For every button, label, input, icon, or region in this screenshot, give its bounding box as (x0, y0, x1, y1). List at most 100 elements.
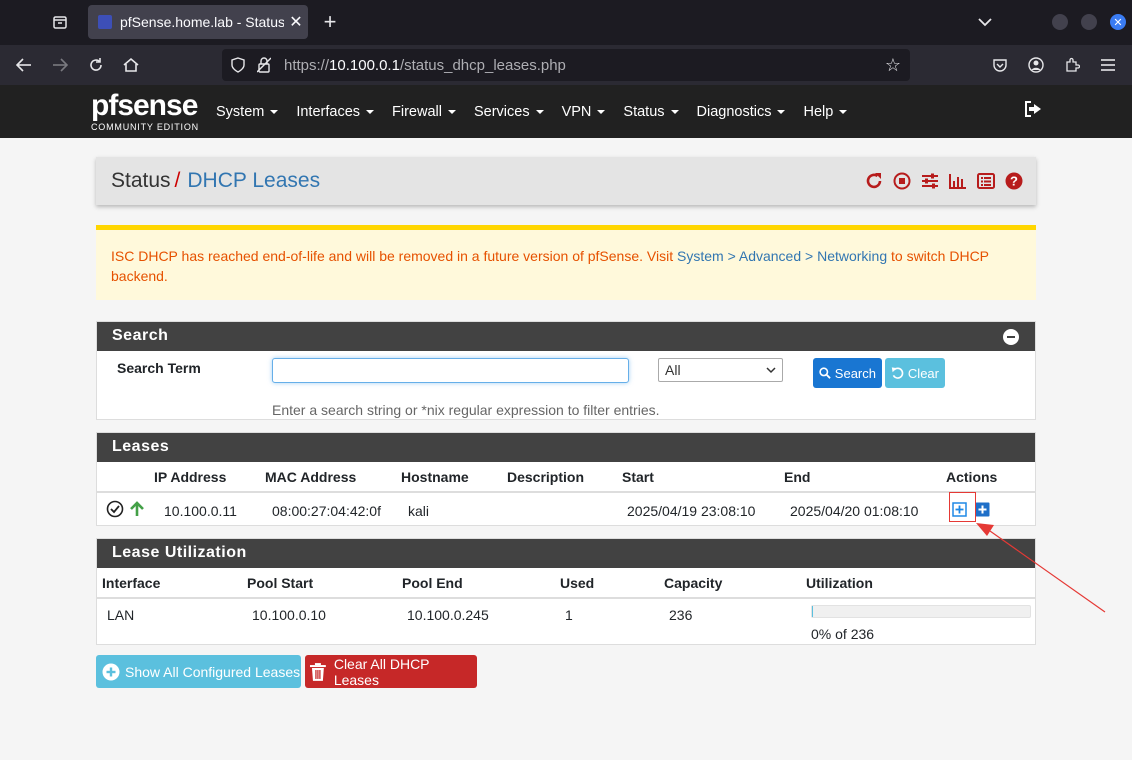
clear-button[interactable]: Clear (885, 358, 945, 388)
browser-nav-bar: https://10.100.0.1/status_dhcp_leases.ph… (0, 45, 1132, 85)
caret-down-icon (839, 109, 848, 114)
menu-interfaces[interactable]: Interfaces (296, 104, 375, 120)
menu-help[interactable]: Help (803, 104, 848, 120)
pocket-icon[interactable] (990, 55, 1010, 75)
app-menu-icon[interactable] (1098, 55, 1118, 75)
column-header-capacity: Capacity (664, 568, 806, 599)
extensions-icon[interactable] (1062, 55, 1082, 75)
column-header-interface: Interface (97, 568, 247, 599)
column-header-utilization: Utilization (806, 568, 1035, 599)
column-header-hostname: Hostname (401, 462, 507, 493)
forward-arrow-icon[interactable] (50, 55, 70, 75)
utilization-progress-bar (811, 605, 1031, 618)
search-select-value: All (665, 362, 681, 378)
clear-all-dhcp-leases-button[interactable]: Clear All DHCP Leases (305, 655, 477, 688)
active-arrow-up-icon (129, 501, 144, 520)
column-header-ip: IP Address (154, 462, 265, 493)
bar-chart-icon[interactable] (948, 171, 968, 191)
utilization-header-row: Interface Pool Start Pool End Used Capac… (97, 568, 1035, 599)
menu-services[interactable]: Services (474, 104, 544, 120)
caret-down-icon (535, 109, 544, 114)
breadcrumb-page[interactable]: DHCP Leases (187, 169, 320, 193)
lease-start: 2025/04/19 23:08:10 (627, 502, 756, 519)
search-button[interactable]: Search (813, 358, 882, 388)
shield-icon[interactable] (230, 57, 246, 73)
search-icon (819, 367, 831, 379)
column-header-used: Used (560, 568, 664, 599)
caret-down-icon (777, 109, 786, 114)
caret-down-icon (597, 109, 606, 114)
browser-tab-active[interactable]: pfSense.home.lab - Status: DHCP Leases ✕ (88, 5, 308, 39)
util-pool-end: 10.100.0.245 (407, 607, 489, 623)
maximize-button[interactable] (1081, 14, 1097, 30)
menu-vpn[interactable]: VPN (562, 104, 606, 120)
logo-text: pfsense (91, 89, 198, 122)
show-all-configured-leases-button[interactable]: Show All Configured Leases (96, 655, 301, 688)
restart-service-icon[interactable] (864, 171, 884, 191)
settings-sliders-icon[interactable] (920, 171, 940, 191)
tab-title: pfSense.home.lab - Status: DHCP Leases (120, 14, 284, 30)
alert-networking-link[interactable]: System > Advanced > Networking (677, 248, 887, 264)
home-icon[interactable] (121, 55, 141, 75)
undo-icon (891, 367, 904, 379)
logout-icon[interactable] (1024, 101, 1042, 122)
column-header-pool-start: Pool Start (247, 568, 402, 599)
log-list-icon[interactable] (976, 171, 996, 191)
search-input[interactable] (272, 358, 629, 383)
search-button-label: Search (834, 365, 876, 381)
lease-description (507, 492, 622, 528)
help-question-icon[interactable]: ? (1004, 171, 1024, 191)
breadcrumb-section[interactable]: Status (111, 169, 171, 193)
menu-status[interactable]: Status (623, 104, 679, 120)
tab-list-chevron-icon[interactable] (974, 12, 996, 32)
menu-system[interactable]: System (216, 104, 279, 120)
lease-end: 2025/04/20 01:08:10 (790, 502, 919, 519)
bookmark-star-icon[interactable]: ☆ (884, 55, 902, 75)
leases-panel-title: Leases (97, 433, 1035, 462)
utilization-panel-title: Lease Utilization (97, 539, 1035, 568)
stop-service-icon[interactable] (892, 171, 912, 191)
url-text: https://10.100.0.1/status_dhcp_leases.ph… (284, 56, 566, 74)
lease-utilization-panel: Lease Utilization Interface Pool Start P… (96, 538, 1036, 645)
column-header-mac: MAC Address (265, 462, 401, 493)
back-arrow-icon[interactable] (14, 55, 34, 75)
search-field-select[interactable]: All (658, 358, 783, 382)
tab-close-icon[interactable]: ✕ (284, 12, 308, 32)
plus-circle-icon (102, 663, 120, 680)
address-bar[interactable]: https://10.100.0.1/status_dhcp_leases.ph… (222, 49, 910, 81)
pfsense-favicon-icon (98, 15, 112, 29)
lease-status-cell (97, 492, 154, 528)
caret-down-icon (447, 109, 456, 114)
insecure-lock-icon[interactable] (256, 57, 272, 73)
util-pool-start: 10.100.0.10 (252, 607, 326, 623)
pfsense-header: pfsense COMMUNITY EDITION System Interfa… (0, 85, 1132, 138)
trash-icon (309, 662, 326, 681)
util-interface: LAN (107, 607, 135, 623)
column-header-end: End (784, 462, 946, 493)
column-header-actions: Actions (946, 462, 1035, 493)
reload-icon[interactable] (86, 55, 106, 75)
window-close-button[interactable]: ✕ (1110, 14, 1126, 30)
pfsense-logo[interactable]: pfsense COMMUNITY EDITION (91, 89, 199, 133)
minimize-button[interactable] (1052, 14, 1068, 30)
caret-down-icon (270, 109, 279, 114)
menu-firewall[interactable]: Firewall (392, 104, 456, 120)
column-header-pool-end: Pool End (402, 568, 560, 599)
account-icon[interactable] (1026, 55, 1046, 75)
tab-overview-icon[interactable] (48, 12, 72, 32)
new-tab-icon[interactable]: + (318, 9, 342, 34)
search-term-label: Search Term (117, 360, 201, 376)
annotation-highlight-box (949, 492, 976, 522)
collapse-minus-icon[interactable] (1003, 329, 1019, 345)
caret-down-icon (366, 109, 375, 114)
column-header-start: Start (622, 462, 784, 493)
breadcrumb: Status / DHCP Leases ? (96, 157, 1036, 205)
table-row: 10.100.0.11 08:00:27:04:42:0f kali 2025/… (97, 492, 1035, 528)
breadcrumb-icons: ? (864, 171, 1024, 191)
leases-panel: Leases IP Address MAC Address Hostname D… (96, 432, 1036, 526)
menu-diagnostics[interactable]: Diagnostics (697, 104, 786, 120)
util-used: 1 (565, 607, 573, 623)
chevron-down-icon (766, 363, 776, 377)
leases-header-row: IP Address MAC Address Hostname Descript… (97, 462, 1035, 493)
add-wol-mapping-icon[interactable] (975, 502, 990, 520)
